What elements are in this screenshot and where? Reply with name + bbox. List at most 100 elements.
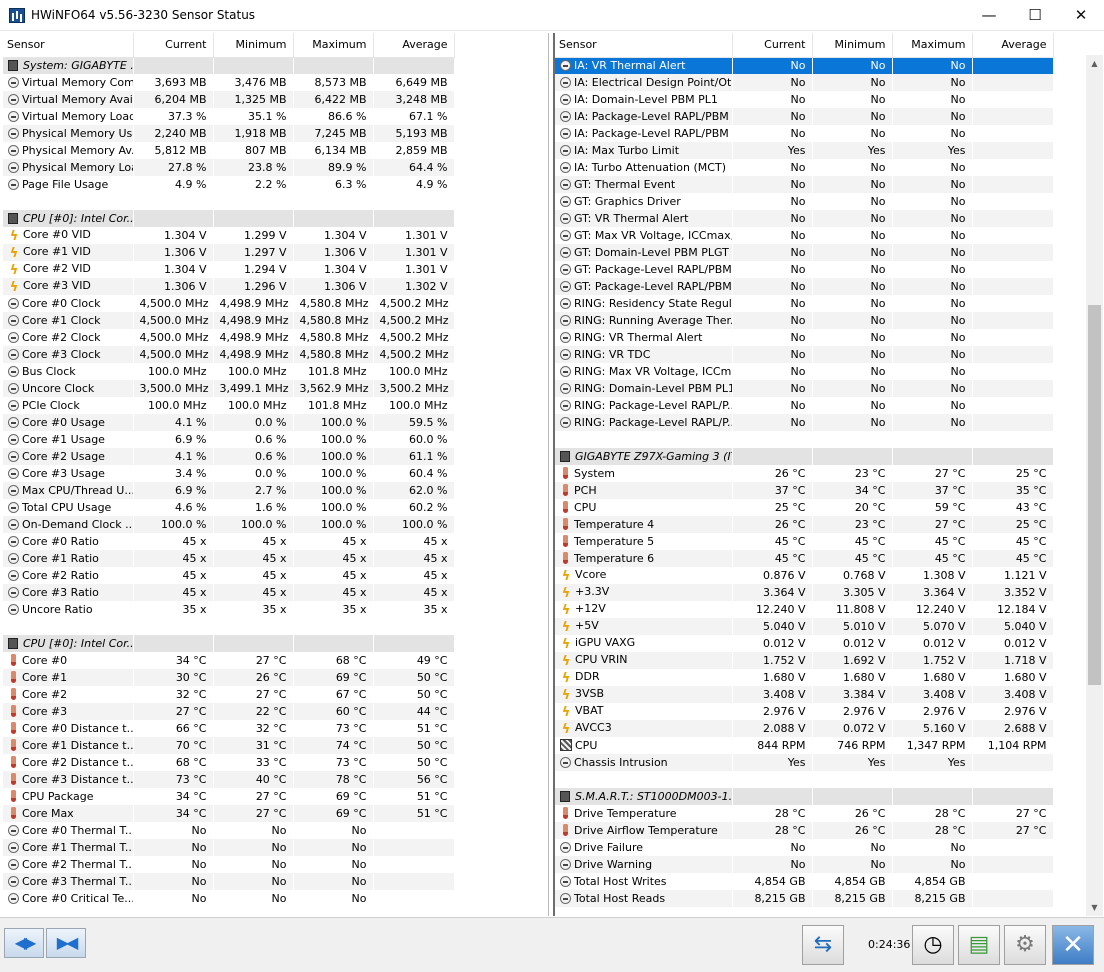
sensor-row[interactable]: Virtual Memory Avai... 6,204 MB 1,325 MB 6,… xyxy=(3,91,455,108)
sensor-row[interactable]: RING: Residency State Regul... No No No xyxy=(555,295,1054,312)
sensor-row[interactable]: ϟ AVCC3 2.088 V 0.072 V 5.160 V 2.688 V xyxy=(555,720,1054,737)
col-minimum[interactable]: Minimum xyxy=(213,33,294,58)
sensor-row[interactable]: Physical Memory Used2,240 MB1,918 MB7,24… xyxy=(3,125,455,142)
settings-icon[interactable]: ⚙ xyxy=(1004,925,1046,965)
sensor-row[interactable]: ϟ iGPU VAXG 0.012 V 0.012 V 0.012 V 0.012 V xyxy=(555,635,1054,652)
sensor-row[interactable]: Page File Usage 4.9 % 2.2 % 6.3 % 4.9 % xyxy=(3,176,455,193)
sensor-row[interactable]: Drive Warning No No No xyxy=(555,856,1054,873)
sensor-row[interactable]: Core #2 Clock 4,500.0 MHz 4,498.9 MHz 4,580… xyxy=(3,329,455,346)
sensor-row[interactable]: Drive Temperature 28 °C 26 °C 28 °C 27 °C xyxy=(555,805,1054,822)
sensor-row[interactable]: Virtual Memory Com... 3,693 MB 3,476 MB 8,5… xyxy=(3,74,455,91)
sensor-row[interactable]: PCH 37 °C 34 °C 37 °C 35 °C xyxy=(555,482,1054,499)
close-window-button[interactable]: ✕ xyxy=(1058,0,1104,31)
sensor-row[interactable]: Core Max 34 °C 27 °C 69 °C 51 °C xyxy=(3,805,455,822)
sensor-row[interactable]: Virtual Memory Load 37.3 % 35.1 % 86.6 % 67.… xyxy=(3,108,455,125)
sensor-row[interactable]: Core #2 Ratio 45 x 45 x 45 x 45 x xyxy=(3,567,455,584)
sensor-row[interactable]: Drive Airflow Temperature 28 °C 26 °C 28 °C… xyxy=(555,822,1054,839)
sensor-row[interactable]: Core #3 Distance t... 73 °C 40 °C 78 °C 56 °… xyxy=(3,771,455,788)
sensor-row[interactable]: Temperature 6 45 °C 45 °C 45 °C 45 °C xyxy=(555,550,1054,567)
sensor-row[interactable]: ϟ Vcore 0.876 V 0.768 V 1.308 V 1.121 V xyxy=(555,567,1054,584)
scroll-up-arrow-icon[interactable]: ▲ xyxy=(1086,55,1103,72)
col-sensor[interactable]: Sensor xyxy=(3,33,134,58)
sensor-row[interactable]: Core #1 Thermal T... No No No xyxy=(3,839,455,856)
sensor-row[interactable]: RING: VR Thermal Alert No No No xyxy=(555,329,1054,346)
network-icon[interactable]: ⇆ xyxy=(802,925,844,965)
sensor-row[interactable]: Core #2 Usage 4.1 % 0.6 % 100.0 % 61.1 % xyxy=(3,448,455,465)
sensor-row[interactable]: Core #2 32 °C 27 °C 67 °C 50 °C xyxy=(3,686,455,703)
sensor-row[interactable]: Core #2 Thermal T... No No No xyxy=(3,856,455,873)
sensor-row[interactable]: IA: VR Thermal Alert No No No xyxy=(555,57,1054,74)
vertical-scrollbar[interactable]: ▲ ▼ xyxy=(1086,55,1103,916)
sensor-row[interactable]: Core #0 Thermal T... No No No xyxy=(3,822,455,839)
sensor-row[interactable]: Core #0 Distance t... 66 °C 32 °C 73 °C 51 °… xyxy=(3,720,455,737)
expand-columns-button[interactable]: ◀▶ xyxy=(4,928,44,958)
sensor-row[interactable]: ϟ CPU VRIN 1.752 V 1.692 V 1.752 V 1.718 V xyxy=(555,652,1054,669)
sensor-row[interactable]: Bus Clock 100.0 MHz 100.0 MHz 101.8 MHz 100.… xyxy=(3,363,455,380)
sensor-row[interactable]: Temperature 4 26 °C 23 °C 27 °C 25 °C xyxy=(555,516,1054,533)
col-maximum[interactable]: Maximum xyxy=(892,33,973,58)
sensor-row[interactable]: Physical Memory Av... 5,812 MB 807 MB 6,134… xyxy=(3,142,455,159)
sensor-row[interactable]: IA: Domain-Level PBM PL1 No No No xyxy=(555,91,1054,108)
sensor-row[interactable]: Core #3 Thermal T... No No No xyxy=(3,873,455,890)
sensor-row[interactable]: CPU 25 °C 20 °C 59 °C 43 °C xyxy=(555,499,1054,516)
group-header-row[interactable]: S.M.A.R.T.: ST1000DM003-1... xyxy=(555,788,1054,805)
sensor-row[interactable]: RING: Package-Level RAPL/P... No No No xyxy=(555,414,1054,431)
sensor-row[interactable]: CPU Package 34 °C 27 °C 69 °C 51 °C xyxy=(3,788,455,805)
sensor-row[interactable]: Physical Memory Load 27.8 % 23.8 % 89.9 % 64… xyxy=(3,159,455,176)
col-minimum[interactable]: Minimum xyxy=(812,33,893,58)
clock-reset-icon[interactable]: ◷ xyxy=(912,925,954,965)
sensor-row[interactable]: Core #0 Ratio 45 x 45 x 45 x 45 x xyxy=(3,533,455,550)
sensor-row[interactable]: Core #3 27 °C 22 °C 60 °C 44 °C xyxy=(3,703,455,720)
col-maximum[interactable]: Maximum xyxy=(293,33,374,58)
sensor-row[interactable]: System 26 °C 23 °C 27 °C 25 °C xyxy=(555,465,1054,482)
sensor-row[interactable]: IA: Max Turbo Limit Yes Yes Yes xyxy=(555,142,1054,159)
col-average[interactable]: Average xyxy=(972,33,1054,58)
sensor-row[interactable]: ϟ +3.3V 3.364 V 3.305 V 3.364 V 3.352 V xyxy=(555,584,1054,601)
sensor-row[interactable]: RING: Max VR Voltage, ICCm... No No No xyxy=(555,363,1054,380)
sensor-row[interactable]: ϟ Core #1 VID 1.306 V 1.297 V 1.306 V 1.301 V xyxy=(3,244,455,261)
sensor-row[interactable]: Core #1 30 °C 26 °C 69 °C 50 °C xyxy=(3,669,455,686)
sensor-row[interactable]: ϟ 3VSB 3.408 V 3.384 V 3.408 V 3.408 V xyxy=(555,686,1054,703)
sensor-row[interactable]: IA: Package-Level RAPL/PBM ... No No No xyxy=(555,125,1054,142)
sensor-row[interactable]: Core #1 Usage 6.9 % 0.6 % 100.0 % 60.0 % xyxy=(3,431,455,448)
sensor-row[interactable]: Core #3 Clock 4,500.0 MHz 4,498.9 MHz 4,580… xyxy=(3,346,455,363)
collapse-columns-button[interactable]: ▶◀ xyxy=(46,928,86,958)
sensor-row[interactable]: Core #1 Distance t... 70 °C 31 °C 74 °C 50 °… xyxy=(3,737,455,754)
sensor-row[interactable]: ϟ Core #0 VID 1.304 V 1.299 V 1.304 V 1.301 V xyxy=(3,227,455,244)
sensor-row[interactable]: Max CPU/Thread U... 6.9 % 2.7 % 100.0 % 62.0… xyxy=(3,482,455,499)
sensor-row[interactable]: ϟ +5V 5.040 V 5.010 V 5.070 V 5.040 V xyxy=(555,618,1054,635)
sensor-row[interactable]: GT: VR Thermal Alert No No No xyxy=(555,210,1054,227)
sensor-panel-left[interactable]: Sensor Current Minimum Maximum Average S… xyxy=(3,33,549,916)
col-current[interactable]: Current xyxy=(732,33,813,58)
sensor-row[interactable]: Core #1 Clock 4,500.0 MHz 4,498.9 MHz 4,580… xyxy=(3,312,455,329)
col-sensor[interactable]: Sensor xyxy=(555,33,733,58)
sensor-row[interactable]: Chassis Intrusion Yes Yes Yes xyxy=(555,754,1054,771)
sensor-row[interactable]: IA: Turbo Attenuation (MCT) No No No xyxy=(555,159,1054,176)
sensor-row[interactable]: Total Host Reads 8,215 GB 8,215 GB 8,215 GB xyxy=(555,890,1054,907)
sensor-row[interactable]: IA: Electrical Design Point/Ot... No No No xyxy=(555,74,1054,91)
sensor-row[interactable]: Core #0 Critical Te... No No No xyxy=(3,890,455,907)
sensor-panel-right[interactable]: Sensor Current Minimum Maximum Average I… xyxy=(553,33,1104,916)
sensor-row[interactable]: GT: Max VR Voltage, ICCmax, ... No No No xyxy=(555,227,1054,244)
sensor-row[interactable]: IA: Package-Level RAPL/PBM ... No No No xyxy=(555,108,1054,125)
sensor-row[interactable]: RING: Running Average Ther... No No No xyxy=(555,312,1054,329)
sensor-row[interactable]: Core #3 Ratio 45 x 45 x 45 x 45 x xyxy=(3,584,455,601)
group-header-row[interactable]: GIGABYTE Z97X-Gaming 3 (IT... xyxy=(555,448,1054,465)
sensor-row[interactable]: ϟ VBAT 2.976 V 2.976 V 2.976 V 2.976 V xyxy=(555,703,1054,720)
sensor-row[interactable]: Total CPU Usage 4.6 % 1.6 % 100.0 % 60.2 % xyxy=(3,499,455,516)
sensor-row[interactable]: Temperature 5 45 °C 45 °C 45 °C 45 °C xyxy=(555,533,1054,550)
sensor-row[interactable]: GT: Graphics Driver No No No xyxy=(555,193,1054,210)
sensor-row[interactable]: ϟ +12V 12.240 V 11.808 V 12.240 V 12.184 V xyxy=(555,601,1054,618)
sensor-row[interactable]: GT: Domain-Level PBM PLGT No No No xyxy=(555,244,1054,261)
scroll-down-arrow-icon[interactable]: ▼ xyxy=(1086,899,1103,916)
sensor-row[interactable]: Drive Failure No No No xyxy=(555,839,1054,856)
sensor-row[interactable]: RING: Domain-Level PBM PL1 No No No xyxy=(555,380,1054,397)
sensor-row[interactable]: GT: Thermal Event No No No xyxy=(555,176,1054,193)
sensor-row[interactable]: Total Host Writes 4,854 GB 4,854 GB 4,854 G… xyxy=(555,873,1054,890)
sensor-row[interactable]: Core #0 34 °C 27 °C 68 °C 49 °C xyxy=(3,652,455,669)
sensor-row[interactable]: Core #0 Usage 4.1 % 0.0 % 100.0 % 59.5 % xyxy=(3,414,455,431)
sensor-row[interactable]: On-Demand Clock ... 100.0 % 100.0 % 100.0 %… xyxy=(3,516,455,533)
sensor-row[interactable]: CPU 844 RPM 746 RPM 1,347 RPM 1,104 RPM xyxy=(555,737,1054,754)
group-header-row[interactable]: CPU [#0]: Intel Cor... xyxy=(3,635,455,652)
maximize-button[interactable]: ☐ xyxy=(1012,0,1058,31)
